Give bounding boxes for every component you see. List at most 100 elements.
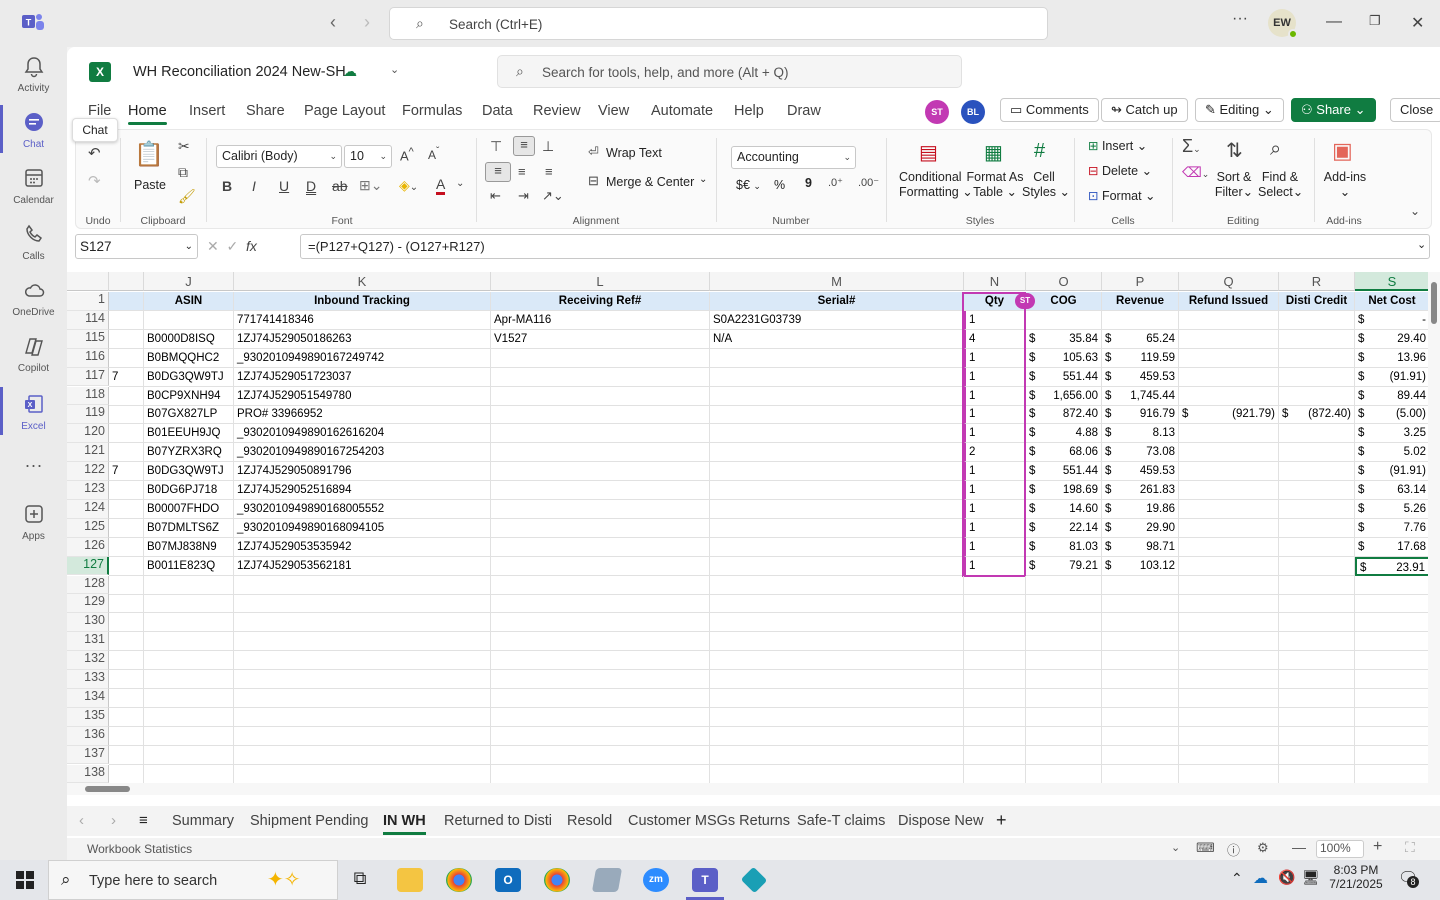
table-cell[interactable] xyxy=(1279,443,1355,463)
table-cell[interactable]: 7 xyxy=(109,367,144,387)
table-cell[interactable]: N/A xyxy=(710,329,964,349)
table-cell[interactable] xyxy=(109,518,144,538)
table-cell[interactable] xyxy=(109,670,144,689)
table-cell[interactable] xyxy=(1355,707,1430,727)
table-cell[interactable]: $551.44 xyxy=(1026,367,1102,387)
table-cell[interactable] xyxy=(1355,594,1430,614)
row-header[interactable]: 121 xyxy=(67,443,109,463)
table-cell[interactable]: 1 xyxy=(964,499,1026,519)
table-cell[interactable] xyxy=(144,613,234,633)
table-cell[interactable]: $98.71 xyxy=(1102,537,1179,557)
table-cell[interactable] xyxy=(710,688,964,708)
row-header[interactable]: 132 xyxy=(67,651,109,670)
table-cell[interactable]: 1 xyxy=(964,310,1026,330)
table-cell[interactable] xyxy=(109,764,144,784)
table-cell[interactable] xyxy=(710,613,964,633)
table-cell[interactable] xyxy=(964,688,1026,708)
rail-excel[interactable]: X Excel xyxy=(0,387,67,435)
italic-icon[interactable]: I xyxy=(252,178,256,194)
table-cell[interactable] xyxy=(1026,745,1102,765)
name-box[interactable]: S127 ⌄ xyxy=(75,234,198,259)
table-cell[interactable] xyxy=(1179,386,1279,406)
table-cell[interactable] xyxy=(1179,329,1279,349)
table-cell[interactable] xyxy=(710,367,964,387)
table-cell[interactable] xyxy=(144,651,234,671)
table-cell[interactable]: 1 xyxy=(964,556,1026,576)
header-cell[interactable] xyxy=(109,292,144,311)
table-cell[interactable] xyxy=(109,613,144,633)
table-cell[interactable] xyxy=(109,424,144,444)
table-cell[interactable] xyxy=(1355,670,1430,689)
table-cell[interactable] xyxy=(710,518,964,538)
table-cell[interactable] xyxy=(1355,726,1430,746)
align-middle-icon[interactable]: ≡ xyxy=(513,136,535,156)
feedback-icon[interactable]: ⚙ xyxy=(1257,840,1269,856)
table-cell[interactable] xyxy=(710,481,964,500)
merge-icon[interactable]: ⊟ xyxy=(588,173,599,189)
close-window-icon[interactable]: ✕ xyxy=(1411,13,1424,33)
rail-more-icon[interactable]: ··· xyxy=(0,455,67,476)
redo-icon[interactable]: ↷ xyxy=(88,172,101,190)
tab-help[interactable]: Help xyxy=(734,103,764,119)
table-cell[interactable] xyxy=(491,386,710,406)
table-cell[interactable]: B0011E823Q xyxy=(144,556,234,576)
table-cell[interactable] xyxy=(1179,688,1279,708)
cell-styles-button[interactable]: Cell Styles ⌄ xyxy=(1022,170,1070,200)
table-cell[interactable] xyxy=(1279,670,1355,689)
table-cell[interactable]: B0DG3QW9TJ xyxy=(144,462,234,482)
table-cell[interactable]: $68.06 xyxy=(1026,443,1102,463)
table-cell[interactable]: 1ZJ74J529050891796 xyxy=(234,462,491,482)
table-cell[interactable]: $19.86 xyxy=(1102,499,1179,519)
chrome-profile-icon[interactable] xyxy=(544,868,570,892)
table-cell[interactable]: $261.83 xyxy=(1102,481,1179,500)
table-cell[interactable] xyxy=(710,443,964,463)
table-cell[interactable] xyxy=(491,518,710,538)
table-cell[interactable] xyxy=(1279,462,1355,482)
copy-icon[interactable]: ⧉ xyxy=(178,164,188,181)
row-header[interactable]: 137 xyxy=(67,745,109,765)
bold-icon[interactable]: B xyxy=(222,178,232,194)
table-cell[interactable] xyxy=(234,745,491,765)
align-left-icon[interactable]: ≡ xyxy=(485,162,511,182)
table-cell[interactable] xyxy=(710,537,964,557)
table-cell[interactable]: 1 xyxy=(964,537,1026,557)
table-cell[interactable] xyxy=(1026,632,1102,652)
enter-icon[interactable]: ✓ xyxy=(227,238,239,254)
table-cell[interactable] xyxy=(144,745,234,765)
table-cell[interactable] xyxy=(1102,594,1179,614)
tab-view[interactable]: View xyxy=(598,103,629,119)
table-cell[interactable]: B0000D8ISQ xyxy=(144,329,234,349)
chevron-down-icon[interactable]: ⌄ xyxy=(699,174,707,185)
row-header[interactable]: 119 xyxy=(67,405,109,425)
table-cell[interactable] xyxy=(1355,632,1430,652)
tools-search-input[interactable]: ⌕ Search for tools, help, and more (Alt … xyxy=(497,55,962,88)
row-header[interactable]: 115 xyxy=(67,329,109,349)
table-cell[interactable]: 4 xyxy=(964,329,1026,349)
sort-filter-icon[interactable]: ⇅ xyxy=(1226,138,1243,163)
table-cell[interactable] xyxy=(1279,499,1355,519)
chrome-icon[interactable] xyxy=(446,868,472,892)
table-cell[interactable]: $103.12 xyxy=(1102,556,1179,576)
table-cell[interactable] xyxy=(1179,707,1279,727)
table-cell[interactable] xyxy=(710,651,964,671)
comments-button[interactable]: ▭ Comments xyxy=(1000,98,1099,122)
table-cell[interactable] xyxy=(710,707,964,727)
table-cell[interactable] xyxy=(491,594,710,614)
table-cell[interactable] xyxy=(491,424,710,444)
table-cell[interactable] xyxy=(964,632,1026,652)
table-cell[interactable]: 771741418346 xyxy=(234,310,491,330)
cut-icon[interactable]: ✂ xyxy=(178,138,190,155)
table-cell[interactable] xyxy=(964,764,1026,784)
onedrive-icon[interactable]: ☁ xyxy=(1253,869,1268,887)
horizontal-scrollbar[interactable] xyxy=(67,783,1428,795)
column-header[interactable]: M xyxy=(710,272,964,291)
increase-decimal-icon[interactable]: .0⁺ xyxy=(828,176,843,189)
table-cell[interactable] xyxy=(1179,670,1279,689)
table-cell[interactable] xyxy=(144,670,234,689)
table-cell[interactable]: $17.68 xyxy=(1355,537,1430,557)
table-cell[interactable] xyxy=(109,575,144,595)
merge-center-button[interactable]: Merge & Center xyxy=(606,175,694,189)
decrease-font-icon[interactable]: Aˇ xyxy=(428,146,439,162)
table-cell[interactable]: $8.13 xyxy=(1102,424,1179,444)
table-cell[interactable] xyxy=(1355,745,1430,765)
